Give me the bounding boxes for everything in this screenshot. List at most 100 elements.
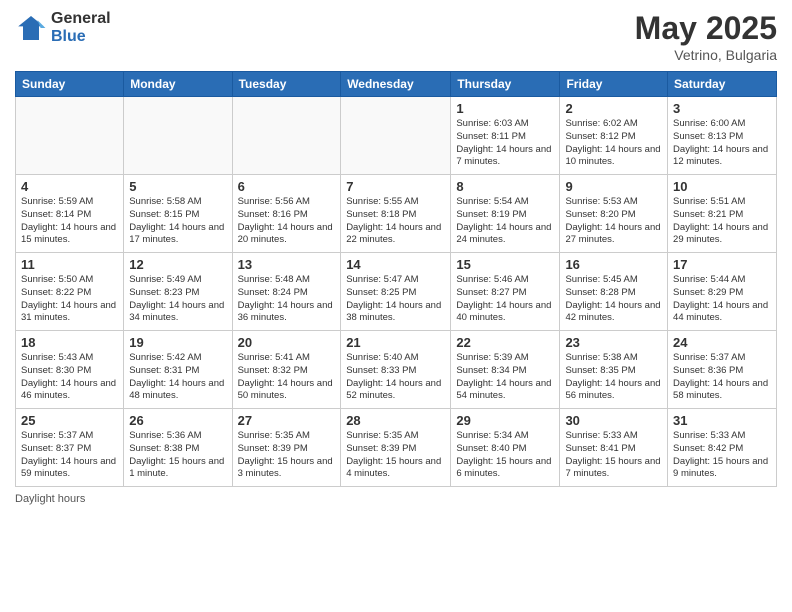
cell-day-info: Sunrise: 5:36 AM Sunset: 8:38 PM Dayligh… xyxy=(129,430,226,481)
logo: General Blue xyxy=(15,10,111,45)
cell-day-number: 14 xyxy=(346,257,445,272)
cell-day-info: Sunrise: 5:44 AM Sunset: 8:29 PM Dayligh… xyxy=(673,274,771,325)
logo-general: General xyxy=(51,10,111,28)
cell-day-info: Sunrise: 5:55 AM Sunset: 8:18 PM Dayligh… xyxy=(346,196,445,247)
cell-day-info: Sunrise: 5:46 AM Sunset: 8:27 PM Dayligh… xyxy=(456,274,554,325)
weekday-header-friday: Friday xyxy=(560,72,668,97)
cell-day-info: Sunrise: 5:54 AM Sunset: 8:19 PM Dayligh… xyxy=(456,196,554,247)
footer-note: Daylight hours xyxy=(15,493,777,505)
cell-day-info: Sunrise: 5:40 AM Sunset: 8:33 PM Dayligh… xyxy=(346,352,445,403)
title-location: Vetrino, Bulgaria xyxy=(635,47,777,63)
cell-day-number: 17 xyxy=(673,257,771,272)
calendar-cell: 10 Sunrise: 5:51 AM Sunset: 8:21 PM Dayli… xyxy=(668,175,777,253)
cell-day-info: Sunrise: 5:51 AM Sunset: 8:21 PM Dayligh… xyxy=(673,196,771,247)
logo-icon xyxy=(15,12,47,44)
calendar-cell: 15 Sunrise: 5:46 AM Sunset: 8:27 PM Dayli… xyxy=(451,253,560,331)
calendar-cell: 23 Sunrise: 5:38 AM Sunset: 8:35 PM Dayli… xyxy=(560,331,668,409)
cell-day-number: 2 xyxy=(565,101,662,116)
calendar: SundayMondayTuesdayWednesdayThursdayFrid… xyxy=(15,71,777,487)
calendar-cell: 30 Sunrise: 5:33 AM Sunset: 8:41 PM Dayli… xyxy=(560,409,668,487)
cell-day-number: 6 xyxy=(238,179,336,194)
cell-day-info: Sunrise: 5:37 AM Sunset: 8:37 PM Dayligh… xyxy=(21,430,118,481)
cell-day-info: Sunrise: 5:56 AM Sunset: 8:16 PM Dayligh… xyxy=(238,196,336,247)
calendar-cell: 7Sunrise: 5:55 AM Sunset: 8:18 PM Daylig… xyxy=(341,175,451,253)
logo-blue: Blue xyxy=(51,28,111,46)
calendar-cell: 29Sunrise: 5:34 AM Sunset: 8:40 PM Dayli… xyxy=(451,409,560,487)
week-row-1: 1 Sunrise: 6:03 AM Sunset: 8:11 PM Daylig… xyxy=(16,97,777,175)
cell-day-info: Sunrise: 5:43 AM Sunset: 8:30 PM Dayligh… xyxy=(21,352,118,403)
cell-day-info: Sunrise: 5:38 AM Sunset: 8:35 PM Dayligh… xyxy=(565,352,662,403)
calendar-body: 1 Sunrise: 6:03 AM Sunset: 8:11 PM Daylig… xyxy=(16,97,777,487)
cell-day-info: Sunrise: 5:41 AM Sunset: 8:32 PM Dayligh… xyxy=(238,352,336,403)
daylight-label: Daylight hours xyxy=(15,493,85,505)
week-row-3: 11Sunrise: 5:50 AM Sunset: 8:22 PM Dayli… xyxy=(16,253,777,331)
calendar-cell: 22 Sunrise: 5:39 AM Sunset: 8:34 PM Dayli… xyxy=(451,331,560,409)
cell-day-number: 23 xyxy=(565,335,662,350)
cell-day-info: Sunrise: 5:37 AM Sunset: 8:36 PM Dayligh… xyxy=(673,352,771,403)
cell-day-info: Sunrise: 5:42 AM Sunset: 8:31 PM Dayligh… xyxy=(129,352,226,403)
calendar-cell: 13Sunrise: 5:48 AM Sunset: 8:24 PM Dayli… xyxy=(232,253,341,331)
calendar-header: SundayMondayTuesdayWednesdayThursdayFrid… xyxy=(16,72,777,97)
calendar-cell xyxy=(124,97,232,175)
calendar-cell: 19Sunrise: 5:42 AM Sunset: 8:31 PM Dayli… xyxy=(124,331,232,409)
weekday-header-wednesday: Wednesday xyxy=(341,72,451,97)
calendar-cell: 14 Sunrise: 5:47 AM Sunset: 8:25 PM Dayli… xyxy=(341,253,451,331)
header: General Blue May 2025 Vetrino, Bulgaria xyxy=(15,10,777,63)
cell-day-info: Sunrise: 6:00 AM Sunset: 8:13 PM Dayligh… xyxy=(673,118,771,169)
calendar-cell: 9 Sunrise: 5:53 AM Sunset: 8:20 PM Daylig… xyxy=(560,175,668,253)
weekday-header-saturday: Saturday xyxy=(668,72,777,97)
weekday-header-tuesday: Tuesday xyxy=(232,72,341,97)
calendar-cell: 28 Sunrise: 5:35 AM Sunset: 8:39 PM Dayli… xyxy=(341,409,451,487)
page: General Blue May 2025 Vetrino, Bulgaria … xyxy=(0,0,792,612)
cell-day-info: Sunrise: 5:49 AM Sunset: 8:23 PM Dayligh… xyxy=(129,274,226,325)
calendar-cell: 21Sunrise: 5:40 AM Sunset: 8:33 PM Dayli… xyxy=(341,331,451,409)
cell-day-number: 4 xyxy=(21,179,118,194)
weekday-header-thursday: Thursday xyxy=(451,72,560,97)
cell-day-info: Sunrise: 5:47 AM Sunset: 8:25 PM Dayligh… xyxy=(346,274,445,325)
cell-day-info: Sunrise: 6:03 AM Sunset: 8:11 PM Dayligh… xyxy=(456,118,554,169)
title-month: May 2025 xyxy=(635,10,777,47)
calendar-cell: 27 Sunrise: 5:35 AM Sunset: 8:39 PM Dayli… xyxy=(232,409,341,487)
calendar-cell: 24 Sunrise: 5:37 AM Sunset: 8:36 PM Dayli… xyxy=(668,331,777,409)
weekday-header-monday: Monday xyxy=(124,72,232,97)
cell-day-number: 20 xyxy=(238,335,336,350)
weekday-row: SundayMondayTuesdayWednesdayThursdayFrid… xyxy=(16,72,777,97)
calendar-cell: 25Sunrise: 5:37 AM Sunset: 8:37 PM Dayli… xyxy=(16,409,124,487)
calendar-cell: 8 Sunrise: 5:54 AM Sunset: 8:19 PM Daylig… xyxy=(451,175,560,253)
cell-day-number: 18 xyxy=(21,335,118,350)
cell-day-number: 31 xyxy=(673,413,771,428)
calendar-cell: 1 Sunrise: 6:03 AM Sunset: 8:11 PM Daylig… xyxy=(451,97,560,175)
cell-day-number: 9 xyxy=(565,179,662,194)
week-row-2: 4Sunrise: 5:59 AM Sunset: 8:14 PM Daylig… xyxy=(16,175,777,253)
cell-day-number: 16 xyxy=(565,257,662,272)
cell-day-number: 15 xyxy=(456,257,554,272)
week-row-5: 25Sunrise: 5:37 AM Sunset: 8:37 PM Dayli… xyxy=(16,409,777,487)
calendar-cell: 18 Sunrise: 5:43 AM Sunset: 8:30 PM Dayli… xyxy=(16,331,124,409)
calendar-cell: 16Sunrise: 5:45 AM Sunset: 8:28 PM Dayli… xyxy=(560,253,668,331)
cell-day-number: 5 xyxy=(129,179,226,194)
cell-day-info: Sunrise: 5:35 AM Sunset: 8:39 PM Dayligh… xyxy=(238,430,336,481)
weekday-header-sunday: Sunday xyxy=(16,72,124,97)
cell-day-number: 27 xyxy=(238,413,336,428)
calendar-cell: 12Sunrise: 5:49 AM Sunset: 8:23 PM Dayli… xyxy=(124,253,232,331)
cell-day-number: 30 xyxy=(565,413,662,428)
cell-day-number: 24 xyxy=(673,335,771,350)
cell-day-number: 1 xyxy=(456,101,554,116)
cell-day-number: 28 xyxy=(346,413,445,428)
cell-day-number: 22 xyxy=(456,335,554,350)
cell-day-number: 8 xyxy=(456,179,554,194)
cell-day-info: Sunrise: 5:35 AM Sunset: 8:39 PM Dayligh… xyxy=(346,430,445,481)
cell-day-info: Sunrise: 5:39 AM Sunset: 8:34 PM Dayligh… xyxy=(456,352,554,403)
cell-day-number: 26 xyxy=(129,413,226,428)
cell-day-info: Sunrise: 5:53 AM Sunset: 8:20 PM Dayligh… xyxy=(565,196,662,247)
calendar-cell: 5 Sunrise: 5:58 AM Sunset: 8:15 PM Daylig… xyxy=(124,175,232,253)
cell-day-number: 10 xyxy=(673,179,771,194)
cell-day-info: Sunrise: 5:58 AM Sunset: 8:15 PM Dayligh… xyxy=(129,196,226,247)
cell-day-info: Sunrise: 5:33 AM Sunset: 8:41 PM Dayligh… xyxy=(565,430,662,481)
title-block: May 2025 Vetrino, Bulgaria xyxy=(635,10,777,63)
cell-day-info: Sunrise: 5:48 AM Sunset: 8:24 PM Dayligh… xyxy=(238,274,336,325)
calendar-cell: 6 Sunrise: 5:56 AM Sunset: 8:16 PM Daylig… xyxy=(232,175,341,253)
cell-day-info: Sunrise: 5:34 AM Sunset: 8:40 PM Dayligh… xyxy=(456,430,554,481)
calendar-cell: 2Sunrise: 6:02 AM Sunset: 8:12 PM Daylig… xyxy=(560,97,668,175)
calendar-cell: 26 Sunrise: 5:36 AM Sunset: 8:38 PM Dayli… xyxy=(124,409,232,487)
